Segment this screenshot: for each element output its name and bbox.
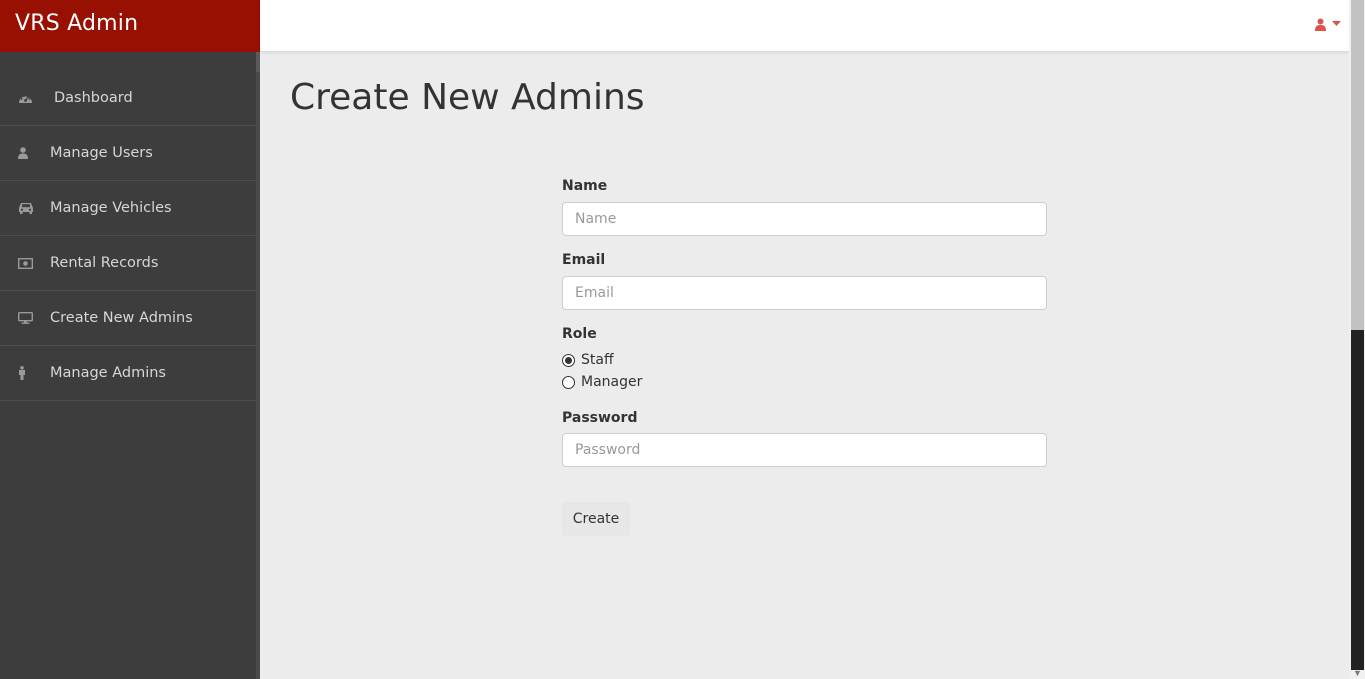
email-label: Email: [562, 252, 606, 268]
create-button[interactable]: Create: [562, 502, 630, 536]
sidebar-item-label: Manage Admins: [50, 365, 166, 381]
sidebar-item-manage-users[interactable]: Manage Users: [0, 126, 260, 181]
scrollbar-lower-track[interactable]: [1351, 330, 1364, 670]
password-label: Password: [562, 410, 638, 426]
user-icon: [1315, 18, 1326, 31]
page-title: Create New Admins: [290, 77, 645, 118]
caret-down-icon: [1332, 21, 1341, 27]
role-option-manager[interactable]: Manager: [562, 374, 642, 390]
user-menu-toggle[interactable]: [1315, 15, 1341, 33]
sidebar-item-create-new-admins[interactable]: Create New Admins: [0, 291, 260, 346]
brand-logo[interactable]: VRS Admin: [0, 0, 260, 52]
sidebar-nav: Dashboard Manage Users Manage Vehicles R…: [0, 71, 260, 401]
scrollbar-thumb[interactable]: [1351, 0, 1364, 330]
user-icon: [0, 147, 50, 159]
sidebar: Dashboard Manage Users Manage Vehicles R…: [0, 52, 260, 679]
top-navbar: [260, 0, 1349, 52]
sidebar-item-rental-records[interactable]: Rental Records: [0, 236, 260, 291]
car-icon: [0, 202, 50, 214]
sidebar-item-manage-admins[interactable]: Manage Admins: [0, 346, 260, 401]
sidebar-item-label: Manage Users: [50, 145, 153, 161]
role-option-staff[interactable]: Staff: [562, 352, 614, 368]
radio-manager[interactable]: [562, 375, 575, 389]
sidebar-item-dashboard[interactable]: Dashboard: [0, 71, 260, 126]
sidebar-item-label: Manage Vehicles: [50, 200, 172, 216]
sidebar-item-label: Rental Records: [50, 255, 159, 271]
dashboard-icon: [0, 92, 54, 104]
brand-title: VRS Admin: [15, 11, 139, 36]
password-input[interactable]: [562, 433, 1047, 467]
role-option-label: Manager: [581, 374, 643, 390]
name-input[interactable]: [562, 202, 1047, 236]
male-icon: [0, 366, 50, 380]
scroll-down-icon[interactable]: ▼: [1352, 668, 1363, 678]
sidebar-item-label: Create New Admins: [50, 310, 193, 326]
sidebar-item-label: Dashboard: [54, 90, 133, 106]
email-input[interactable]: [562, 276, 1047, 310]
sidebar-edge: [256, 52, 260, 679]
desktop-icon: [0, 312, 50, 324]
role-label: Role: [562, 326, 597, 342]
money-icon: [0, 257, 50, 269]
role-option-label: Staff: [581, 352, 614, 368]
radio-staff[interactable]: [562, 353, 575, 367]
sidebar-item-manage-vehicles[interactable]: Manage Vehicles: [0, 181, 260, 236]
name-label: Name: [562, 178, 608, 194]
